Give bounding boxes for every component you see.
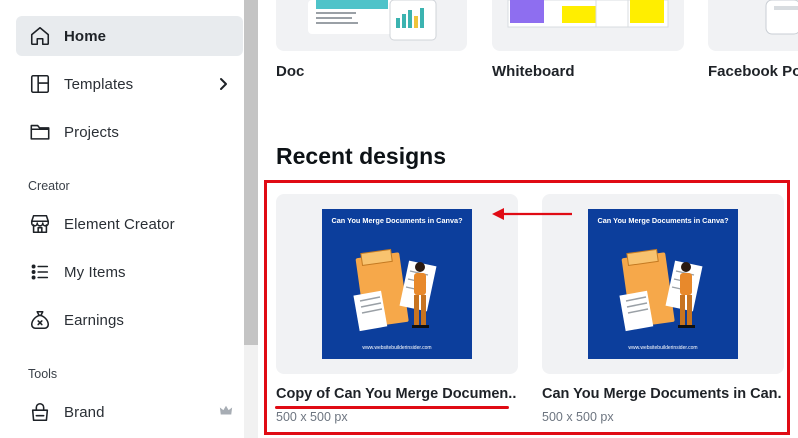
facebook-post-card-label[interactable]: Facebook Pos [708, 63, 798, 80]
templates-icon [28, 72, 52, 96]
sidebar-item-home[interactable]: Home [16, 16, 243, 56]
facebook-post-preview-image [765, 0, 798, 35]
whiteboard-preview-image [507, 0, 669, 28]
sidebar-item-element-creator[interactable]: Element Creator [16, 204, 243, 244]
doc-preview-image [308, 0, 437, 41]
sidebar-item-label: My Items [64, 263, 126, 281]
sidebar-item-label: Brand [64, 403, 105, 421]
sidebar-item-label: Earnings [64, 311, 125, 329]
section-title-creator: Creator [28, 179, 70, 193]
sidebar: Home Templates Projects Creator Element … [0, 0, 244, 438]
folder-icon [28, 120, 52, 144]
money-bag-icon [28, 308, 52, 332]
chevron-right-icon[interactable] [213, 74, 233, 94]
section-title-tools: Tools [28, 367, 58, 381]
list-icon [28, 260, 52, 284]
annotation-arrow-icon [492, 208, 572, 220]
doc-card-label[interactable]: Doc [276, 63, 304, 80]
whiteboard-card-thumbnail[interactable] [492, 0, 684, 51]
sidebar-item-label: Element Creator [64, 215, 175, 233]
sidebar-item-earnings[interactable]: Earnings [16, 300, 243, 340]
sidebar-scrollbar-thumb[interactable] [244, 0, 258, 345]
brand-icon [28, 400, 52, 424]
sidebar-item-templates[interactable]: Templates [16, 64, 243, 104]
sidebar-item-label: Home [64, 27, 107, 45]
facebook-post-card-thumbnail[interactable] [708, 0, 798, 51]
sidebar-item-my-items[interactable]: My Items [16, 252, 243, 292]
sidebar-item-label: Projects [64, 123, 119, 141]
crown-icon [219, 404, 235, 420]
annotation-underline [275, 406, 509, 409]
sidebar-item-projects[interactable]: Projects [16, 112, 243, 152]
home-icon [28, 24, 52, 48]
whiteboard-card-label[interactable]: Whiteboard [492, 63, 575, 80]
doc-card-thumbnail[interactable] [276, 0, 467, 51]
sidebar-item-label: Templates [64, 75, 134, 93]
recent-designs-heading: Recent designs [276, 143, 446, 169]
store-icon [28, 212, 52, 236]
sidebar-item-brand[interactable]: Brand [16, 392, 243, 432]
